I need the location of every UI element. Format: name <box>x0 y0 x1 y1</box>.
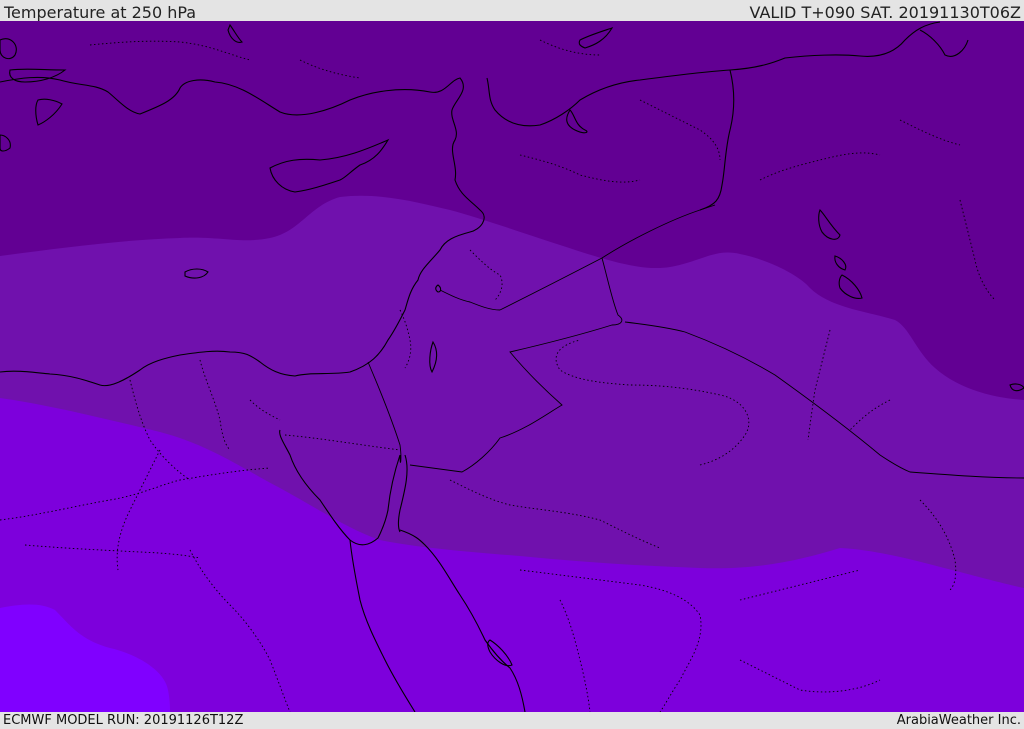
temperature-map[interactable] <box>0 21 1024 712</box>
header-bar: Temperature at 250 hPa VALID T+090 SAT. … <box>0 0 1024 22</box>
valid-time: VALID T+090 SAT. 20191130T06Z <box>749 3 1021 22</box>
credit: ArabiaWeather Inc. <box>896 713 1021 728</box>
model-run: ECMWF MODEL RUN: 20191126T12Z <box>3 713 244 728</box>
map-title: Temperature at 250 hPa <box>4 3 197 22</box>
map-canvas <box>0 21 1024 712</box>
footer-bar: ECMWF MODEL RUN: 20191126T12Z ArabiaWeat… <box>0 712 1024 729</box>
